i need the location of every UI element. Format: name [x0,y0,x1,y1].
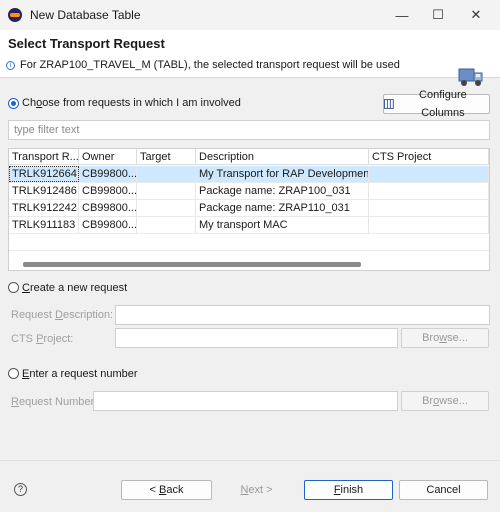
column-header-description[interactable]: Description [196,149,369,165]
enter-request-radio[interactable] [8,368,19,379]
column-header-target[interactable]: Target [137,149,196,165]
next-button[interactable]: Next > [212,480,301,500]
create-request-radio[interactable] [8,282,19,293]
column-header-owner[interactable]: Owner [79,149,137,165]
column-header-cts-project[interactable]: CTS Project [369,149,489,165]
cell-owner: CB99800... [79,217,137,233]
minimize-button[interactable]: — [384,0,420,30]
enter-request-label[interactable]: Enter a request number [22,368,138,380]
cell-cts-project [369,166,489,182]
table-row-empty [9,234,489,251]
window-title: New Database Table [30,8,141,22]
cell-owner: CB99800... [79,183,137,199]
create-request-label[interactable]: Create a new request [22,282,127,294]
cell-target [137,200,196,216]
request-number-input[interactable] [93,391,398,411]
table-row[interactable]: TRLK911183 CB99800... My transport MAC [9,217,489,234]
finish-button[interactable]: Finish [304,480,393,500]
info-icon: i [6,61,15,70]
request-number-browse-button[interactable]: Browse... [401,391,489,411]
maximize-button[interactable]: ☐ [420,0,456,30]
header-message: For ZRAP100_TRAVEL_M (TABL), the selecte… [20,59,400,71]
cell-description: Package name: ZRAP100_031 [196,183,369,199]
table-row[interactable]: TRLK912242 CB99800... Package name: ZRAP… [9,200,489,217]
cell-cts-project [369,183,489,199]
cell-target [137,166,196,182]
help-icon[interactable]: ? [14,483,27,496]
filter-input[interactable]: type filter text [8,120,490,140]
request-description-label: Request Description: * [11,309,121,321]
wizard-header: Select Transport Request i For ZRAP100_T… [0,30,500,86]
cell-owner: CB99800... [79,200,137,216]
cell-transport-request: TRLK912486 [9,183,79,199]
cancel-button[interactable]: Cancel [399,480,488,500]
transport-truck-icon [458,68,483,86]
footer-divider [0,460,500,461]
table-row[interactable]: TRLK912664 CB99800... My Transport for R… [9,166,489,183]
transport-request-table: Transport R... Owner Target Description … [8,148,490,271]
page-title: Select Transport Request [8,36,165,51]
cell-target [137,183,196,199]
table-row[interactable]: TRLK912486 CB99800... Package name: ZRAP… [9,183,489,200]
cell-transport-request: TRLK911183 [9,217,79,233]
cell-description: My Transport for RAP Development [196,166,369,182]
choose-involved-label[interactable]: Choose from requests in which I am invol… [22,97,241,109]
back-button[interactable]: < Back [121,480,212,500]
eclipse-app-icon [8,8,22,22]
column-header-transport-request[interactable]: Transport R... [9,149,79,165]
horizontal-scrollbar[interactable] [23,262,361,267]
title-bar: New Database Table — ☐ ✕ [0,0,500,30]
request-description-input[interactable] [115,305,490,325]
cell-cts-project [369,217,489,233]
choose-involved-radio[interactable] [8,98,19,109]
cell-transport-request: TRLK912242 [9,200,79,216]
cell-owner: CB99800... [79,166,137,182]
request-number-label: Request Number: [11,396,98,408]
cell-cts-project [369,200,489,216]
cts-browse-button[interactable]: Browse... [401,328,489,348]
close-button[interactable]: ✕ [458,0,494,30]
cts-project-input[interactable] [115,328,398,348]
cts-project-label: CTS Project: [11,333,74,345]
cell-target [137,217,196,233]
cell-description: My transport MAC [196,217,369,233]
configure-columns-button[interactable]: Configure Columns [383,89,490,119]
cell-description: Package name: ZRAP110_031 [196,200,369,216]
columns-icon [384,99,394,109]
cell-transport-request: TRLK912664 [9,166,79,182]
